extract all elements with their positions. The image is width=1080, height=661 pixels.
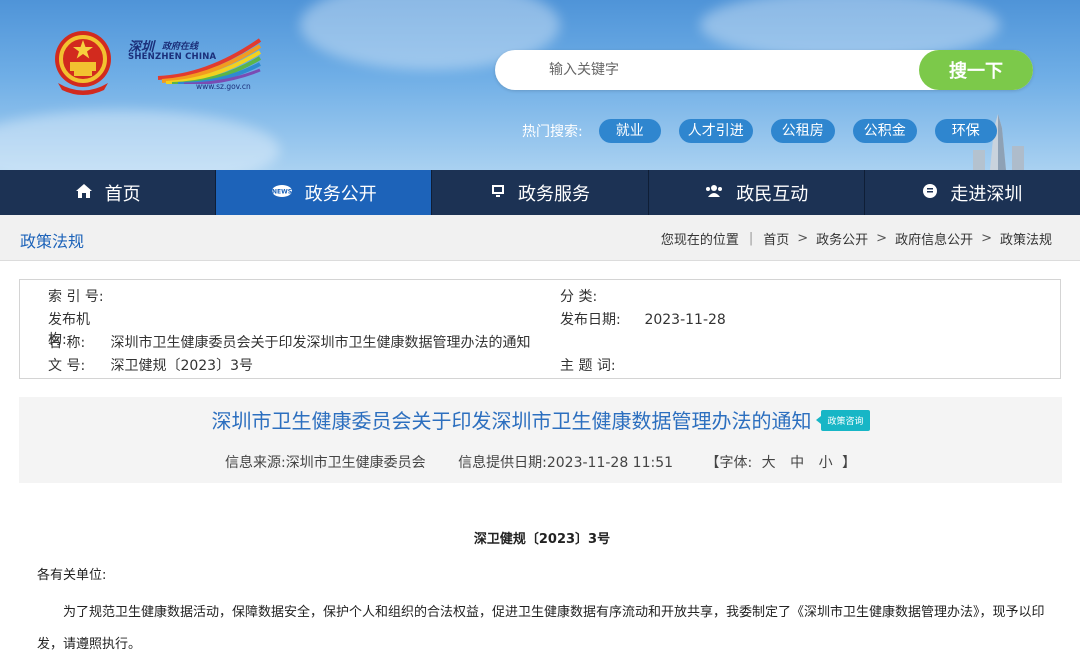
source-label: 信息来源:: [224, 455, 286, 471]
hot-tag[interactable]: 公积金: [852, 119, 917, 143]
article-info: 信息来源:深圳市卫生健康委员会 信息提供日期:2023-11-28 11:51 …: [19, 452, 1062, 472]
nav-item-home[interactable]: 首页: [0, 170, 217, 215]
meta-value: 2023-11-28: [644, 312, 726, 328]
breadcrumb: 您现在的位置 | 首页 > 政务公开 > 政府信息公开 > 政策法规: [661, 229, 1052, 248]
article-header: 深圳市卫生健康委员会关于印发深圳市卫生健康数据管理办法的通知 政策咨询 信息来源:…: [19, 397, 1062, 483]
main-nav: 首页 NEWS 政务公开 政务服务 政民互动 走进深圳: [0, 170, 1080, 215]
hot-tag[interactable]: 公租房: [770, 119, 835, 143]
document-number: 深卫健规〔2023〕3号: [473, 532, 611, 547]
chat-icon: [922, 183, 938, 203]
hot-tag[interactable]: 就业: [598, 119, 661, 143]
meta-row-keywords: 主 题 词:: [560, 355, 640, 375]
meta-value: 深圳市卫生健康委员会关于印发深圳市卫生健康数据管理办法的通知: [110, 335, 531, 351]
meta-row-date: 发布日期: 2023-11-28: [560, 309, 726, 329]
meta-value: 深卫健规〔2023〕3号: [110, 358, 253, 374]
cloud-decoration: [0, 110, 280, 170]
nav-label: 政务公开: [304, 183, 377, 205]
meta-row-category: 分 类:: [560, 286, 618, 306]
monitor-icon: [490, 184, 506, 202]
meta-row-docno: 文 号: 深卫健规〔2023〕3号: [48, 355, 253, 375]
breadcrumb-link[interactable]: 首页: [763, 229, 789, 248]
meta-label: 主 题 词:: [560, 358, 616, 374]
breadcrumb-link[interactable]: 政府信息公开: [895, 229, 973, 248]
source-value: 深圳市卫生健康委员会: [285, 455, 426, 471]
breadcrumb-bar: 政策法规 您现在的位置 | 首页 > 政务公开 > 政府信息公开 > 政策法规: [0, 215, 1080, 261]
breadcrumb-link[interactable]: 政务公开: [816, 229, 868, 248]
shenzhen-logo[interactable]: 深圳 政府在线 SHENZHEN CHINA www.sz.gov.cn: [128, 36, 263, 94]
source-info: 信息来源:深圳市卫生健康委员会: [225, 455, 426, 471]
nav-item-shenzhen[interactable]: 走进深圳: [865, 170, 1080, 215]
provided-value: 2023-11-28 11:51: [546, 455, 674, 471]
nav-label: 政民互动: [736, 183, 809, 205]
logo-subtitle-cn: 政府在线: [162, 42, 199, 52]
greeting: 各有关单位:: [37, 568, 107, 583]
search-box: 搜一下: [495, 50, 1033, 90]
hot-tag[interactable]: 人才引进: [678, 119, 753, 143]
nav-label: 走进深圳: [950, 183, 1023, 205]
meta-label: 名 称:: [48, 335, 86, 351]
font-close-bracket: 】: [842, 455, 857, 471]
nav-item-gov-affairs[interactable]: NEWS 政务公开: [216, 170, 433, 215]
font-label: 【字体:: [705, 455, 753, 471]
meta-label: 文 号:: [48, 358, 86, 374]
article-title: 深圳市卫生健康委员会关于印发深圳市卫生健康数据管理办法的通知: [211, 409, 812, 433]
home-icon: [75, 183, 93, 203]
provided-info: 信息提供日期:2023-11-28 11:51: [458, 455, 673, 471]
divider: |: [748, 231, 754, 246]
meta-label: 发布日期:: [560, 312, 621, 328]
meta-row-index: 索 引 号:: [48, 286, 106, 306]
chevron-right-icon: >: [981, 231, 992, 246]
body-paragraph: 为了规范卫生健康数据活动，保障数据安全，保护个人和组织的合法权益，促进卫生健康数…: [37, 605, 1045, 652]
location-label: 您现在的位置: [660, 233, 739, 248]
font-medium-button[interactable]: 中: [790, 455, 804, 471]
provided-label: 信息提供日期:: [458, 455, 547, 471]
breadcrumb-link[interactable]: 政策法规: [1000, 229, 1052, 248]
national-emblem-icon: [55, 31, 111, 95]
logo-url: www.sz.gov.cn: [196, 82, 251, 91]
meta-label: 分 类:: [560, 289, 598, 305]
font-small-button[interactable]: 小: [819, 455, 833, 471]
site-header: 深圳 政府在线 SHENZHEN CHINA www.sz.gov.cn 搜一下…: [0, 0, 1080, 170]
hot-search-label: 热门搜索:: [522, 124, 583, 140]
font-large-button[interactable]: 大: [762, 455, 776, 471]
article-title-row: 深圳市卫生健康委员会关于印发深圳市卫生健康数据管理办法的通知 政策咨询: [19, 405, 1062, 434]
search-button[interactable]: 搜一下: [919, 50, 1033, 90]
logo-name-en: SHENZHEN CHINA: [128, 52, 217, 62]
svg-text:NEWS: NEWS: [272, 188, 292, 195]
meta-label: 索 引 号:: [48, 289, 104, 305]
meta-row-name: 名 称: 深圳市卫生健康委员会关于印发深圳市卫生健康数据管理办法的通知: [48, 332, 530, 352]
people-icon: [704, 184, 724, 202]
chevron-right-icon: >: [876, 231, 888, 246]
chevron-right-icon: >: [797, 231, 809, 246]
nav-item-interaction[interactable]: 政民互动: [649, 170, 865, 215]
section-title[interactable]: 政策法规: [20, 228, 84, 252]
news-icon: NEWS: [271, 184, 293, 202]
nav-item-gov-services[interactable]: 政务服务: [432, 170, 649, 215]
document-metadata: 索 引 号: 分 类: 发布机构: 发布日期: 2023-11-28 名 称: …: [19, 279, 1061, 379]
font-size-control: 【字体: 大 中 小 】: [705, 455, 856, 471]
hot-tag[interactable]: 环保: [934, 119, 997, 143]
nav-label: 政务服务: [518, 183, 590, 205]
policy-consult-badge[interactable]: 政策咨询: [816, 410, 870, 431]
nav-label: 首页: [104, 183, 141, 205]
search-input[interactable]: [535, 50, 905, 90]
hot-search: 热门搜索: 就业 人才引进 公租房 公积金 环保: [522, 118, 1015, 144]
